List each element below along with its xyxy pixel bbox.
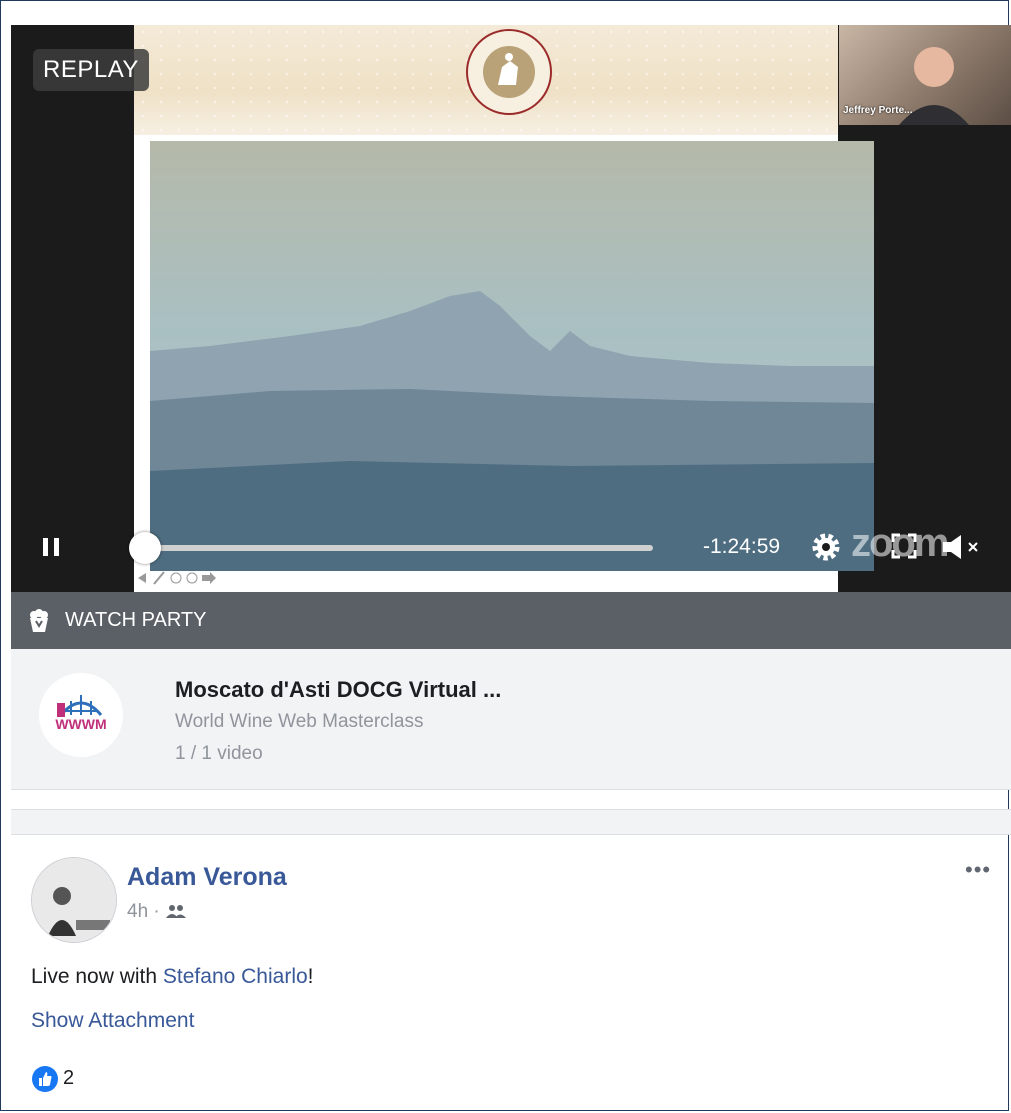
- section-divider: [11, 809, 1011, 835]
- volume-muted-icon[interactable]: [941, 533, 981, 561]
- watch-party-subtitle: World Wine Web Masterclass: [175, 711, 424, 732]
- fullscreen-icon[interactable]: [891, 533, 917, 559]
- gear-icon[interactable]: [809, 530, 843, 564]
- watch-party-bar: WATCH PARTY: [11, 592, 1011, 649]
- progress-track[interactable]: [143, 545, 653, 551]
- presentation-slide: [134, 25, 874, 592]
- pause-icon[interactable]: [39, 535, 63, 559]
- post-time[interactable]: 4h: [127, 901, 148, 922]
- webcam-name-label: Jeffrey Porte...: [843, 105, 913, 116]
- meta-separator: ·: [153, 901, 160, 922]
- post-text: Live now with Stefano Chiarlo!: [31, 965, 314, 989]
- watch-party-video-count: 1 / 1 video: [175, 743, 263, 764]
- post-text-after: !: [307, 965, 314, 988]
- progress-scrubber[interactable]: [129, 532, 161, 564]
- mention-link[interactable]: Stefano Chiarlo: [163, 965, 308, 988]
- reaction-count: 2: [63, 1067, 75, 1089]
- post-more-options-icon[interactable]: •••: [965, 857, 991, 883]
- moscato-seal-logo: [466, 29, 552, 115]
- popcorn-icon: [30, 609, 48, 632]
- like-reaction-icon[interactable]: [31, 1065, 59, 1093]
- time-remaining: -1:24:59: [703, 535, 781, 558]
- post-author-name[interactable]: Adam Verona: [127, 863, 287, 892]
- watch-party-title: WATCH PARTY: [65, 609, 207, 631]
- watch-party-name[interactable]: Moscato d'Asti DOCG Virtual ...: [175, 677, 501, 703]
- page-frame: Jeffrey Porte... REPLAY zoom -1:24:59 WA…: [0, 0, 1011, 1111]
- group-audience-icon[interactable]: [165, 903, 187, 919]
- video-player[interactable]: Jeffrey Porte... REPLAY zoom -1:24:59: [11, 25, 1011, 592]
- author-avatar[interactable]: [31, 857, 117, 943]
- replay-badge: REPLAY: [33, 49, 149, 91]
- avatar-image: [32, 858, 116, 942]
- wwwm-logo-text: WWWM: [55, 716, 106, 732]
- wwwm-logo: WWWM: [39, 673, 123, 757]
- watch-party-card[interactable]: WWWM Moscato d'Asti DOCG Virtual ... Wor…: [11, 649, 1011, 790]
- post-text-before: Live now with: [31, 965, 163, 988]
- show-attachment-link[interactable]: Show Attachment: [31, 1009, 194, 1033]
- mountain-image: [150, 141, 874, 571]
- speaker-webcam: Jeffrey Porte...: [839, 25, 1011, 125]
- annotation-toolbar[interactable]: [134, 569, 254, 587]
- post-meta: 4h ·: [127, 901, 187, 923]
